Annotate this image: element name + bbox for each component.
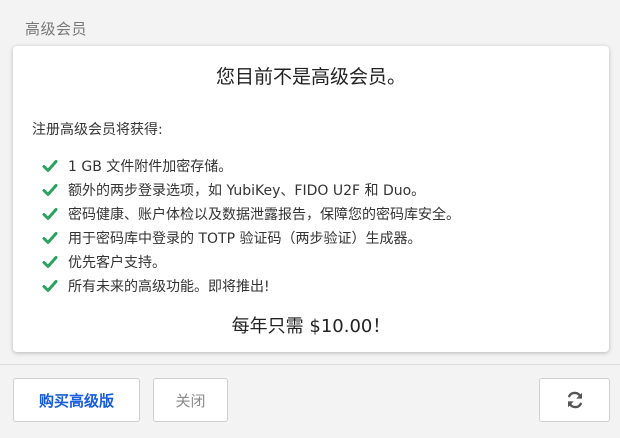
feature-item: 1 GB 文件附件加密存储。 bbox=[42, 154, 460, 178]
check-icon bbox=[42, 184, 58, 196]
feature-item: 密码健康、账户体检以及数据泄露报告，保障您的密码库安全。 bbox=[42, 202, 460, 226]
check-icon bbox=[42, 256, 58, 268]
refresh-button[interactable] bbox=[539, 378, 610, 422]
feature-item: 用于密码库中登录的 TOTP 验证码（两步验证）生成器。 bbox=[42, 226, 460, 250]
feature-text: 1 GB 文件附件加密存储。 bbox=[68, 159, 233, 175]
check-icon bbox=[42, 160, 58, 172]
feature-item: 所有未来的高级功能。即将推出! bbox=[42, 274, 460, 298]
refresh-icon bbox=[567, 391, 582, 409]
purchase-premium-label: 购买高级版 bbox=[38, 391, 114, 410]
purchase-premium-button[interactable]: 购买高级版 bbox=[13, 378, 140, 422]
feature-text: 优先客户支持。 bbox=[68, 255, 166, 271]
premium-info-card: 您目前不是高级会员。 注册高级会员将获得: 1 GB 文件附件加密存储。 额外的… bbox=[13, 46, 609, 352]
premium-intro-text: 注册高级会员将获得: bbox=[32, 122, 163, 138]
footer-divider bbox=[0, 364, 620, 365]
close-label: 关闭 bbox=[175, 391, 206, 410]
check-icon bbox=[42, 232, 58, 244]
feature-text: 密码健康、账户体检以及数据泄露报告，保障您的密码库安全。 bbox=[68, 207, 460, 223]
premium-membership-panel: 高级会员 您目前不是高级会员。 注册高级会员将获得: 1 GB 文件附件加密存储… bbox=[0, 0, 620, 438]
close-button[interactable]: 关闭 bbox=[153, 378, 228, 422]
premium-feature-list: 1 GB 文件附件加密存储。 额外的两步登录选项，如 YubiKey、FIDO … bbox=[42, 154, 460, 298]
feature-text: 额外的两步登录选项，如 YubiKey、FIDO U2F 和 Duo。 bbox=[68, 183, 426, 199]
section-title: 高级会员 bbox=[25, 20, 88, 38]
premium-status-headline: 您目前不是高级会员。 bbox=[215, 66, 406, 88]
feature-item: 额外的两步登录选项，如 YubiKey、FIDO U2F 和 Duo。 bbox=[42, 178, 460, 202]
feature-text: 用于密码库中登录的 TOTP 验证码（两步验证）生成器。 bbox=[68, 231, 422, 247]
check-icon bbox=[42, 208, 58, 220]
feature-text: 所有未来的高级功能。即将推出! bbox=[68, 279, 270, 295]
feature-item: 优先客户支持。 bbox=[42, 250, 460, 274]
premium-price: 每年只需 $10.00！ bbox=[231, 316, 391, 337]
check-icon bbox=[42, 280, 58, 292]
